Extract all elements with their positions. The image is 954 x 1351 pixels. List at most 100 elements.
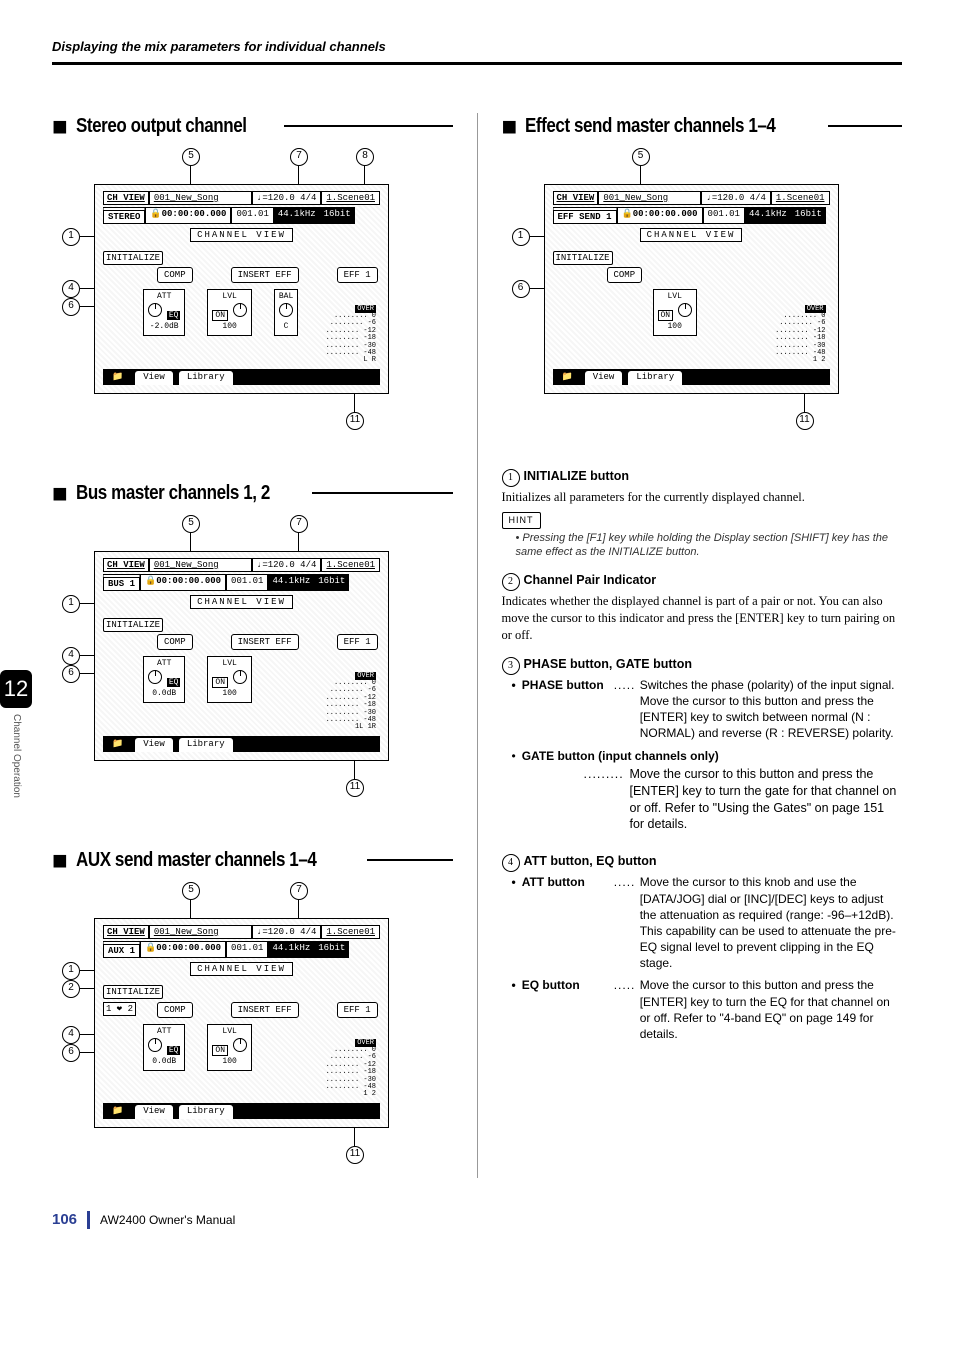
lvl-knob-icon: [233, 303, 247, 317]
callout-11: 11: [346, 412, 364, 430]
insert-eff-button[interactable]: INSERT EFF: [231, 634, 299, 650]
desc-heading-4: 4ATT button, EQ button: [502, 853, 903, 872]
callout-1: 1: [62, 228, 80, 246]
eff1-button[interactable]: EFF 1: [337, 267, 378, 283]
heading-rule: [284, 125, 452, 127]
two-column-layout: ■ Stereo output channel 5 7 8 1 4: [52, 113, 902, 1178]
tab-view[interactable]: View: [134, 737, 174, 752]
tab-folder-icon[interactable]: 📁: [105, 370, 130, 385]
section-title: Bus master channels 1, 2: [76, 480, 270, 507]
hint-label: HINT: [502, 512, 541, 528]
level-meter: OVER ........ 0........ -6........ -12..…: [326, 1040, 376, 1099]
section-title: Stereo output channel: [76, 113, 247, 140]
square-bullet-icon: ■: [52, 480, 68, 506]
square-bullet-icon: ■: [52, 113, 68, 139]
pair-indicator[interactable]: 1 ❤ 2: [103, 1002, 136, 1016]
comp-button[interactable]: COMP: [607, 267, 643, 283]
desc-heading-3: 3PHASE button, GATE button: [502, 656, 903, 675]
gate-bullet-desc: ................. Move the cursor to thi…: [584, 766, 903, 834]
section-bus: ■ Bus master channels 1, 2 5 7 1 4 6 11: [52, 480, 453, 847]
screenshot-stereo: CH VIEW 001_New_Song ♩=120.0 4/4 1.Scene…: [94, 184, 389, 394]
tab-library[interactable]: Library: [178, 737, 234, 752]
chapter-number: 12: [0, 670, 32, 708]
square-bullet-icon: ■: [52, 847, 68, 873]
att-eq-group[interactable]: ATT EQ -2.0dB: [143, 289, 185, 335]
eff1-button[interactable]: EFF 1: [337, 634, 378, 650]
tab-library[interactable]: Library: [178, 370, 234, 385]
on-lvl-group[interactable]: LVL ON 100: [653, 289, 697, 335]
tab-folder-icon[interactable]: 📁: [105, 737, 130, 752]
comp-button[interactable]: COMP: [157, 267, 193, 283]
desc-text-1: Initializes all parameters for the curre…: [502, 489, 903, 506]
initialize-button[interactable]: INITIALIZE: [103, 251, 163, 265]
section-title: AUX send master channels 1–4: [76, 847, 316, 874]
bal-knob-icon: [279, 303, 293, 317]
insert-eff-button[interactable]: INSERT EFF: [231, 267, 299, 283]
page-number: 106: [52, 1210, 77, 1230]
right-column: ■ Effect send master channels 1–4 5 1 6 …: [502, 113, 903, 1178]
tab-view[interactable]: View: [584, 370, 624, 385]
gate-bullet-title: • GATE button (input channels only): [512, 748, 903, 764]
callout-7: 7: [290, 515, 308, 533]
section-aux: ■ AUX send master channels 1–4 5 7 1 2 4…: [52, 847, 453, 1178]
desc-text-2: Indicates whether the displayed channel …: [502, 593, 903, 644]
page-footer: 106 AW2400 Owner's Manual: [52, 1210, 902, 1230]
callout-2: 2: [62, 980, 80, 998]
initialize-button[interactable]: INITIALIZE: [103, 618, 163, 632]
eff1-button[interactable]: EFF 1: [337, 1002, 378, 1018]
callout-7: 7: [290, 882, 308, 900]
channel-name: STEREO: [103, 207, 145, 224]
square-bullet-icon: ■: [502, 113, 518, 139]
eq-bullet: • EQ button ............ Move the cursor…: [512, 977, 903, 1042]
section-eff-send: ■ Effect send master channels 1–4 5 1 6 …: [502, 113, 903, 456]
tab-view[interactable]: View: [134, 370, 174, 385]
on-lvl-group[interactable]: LVL ON 100: [207, 289, 251, 335]
on-lvl-group[interactable]: LVL ON 100: [207, 656, 251, 702]
manual-name: AW2400 Owner's Manual: [100, 1212, 235, 1228]
att-eq-group[interactable]: ATT EQ 0.0dB: [143, 656, 185, 702]
body-title: CHANNEL VIEW: [190, 228, 293, 242]
callout-6: 6: [512, 280, 530, 298]
callout-1: 1: [62, 962, 80, 980]
header-rule: [52, 62, 902, 65]
screenshot-eff-send: CH VIEW 001_New_Song ♩=120.0 4/4 1.Scene…: [544, 184, 839, 394]
callout-4: 4: [62, 280, 80, 298]
callout-11: 11: [346, 779, 364, 797]
callout-4: 4: [62, 1026, 80, 1044]
callout-5: 5: [182, 515, 200, 533]
on-lvl-group[interactable]: LVL ON 100: [207, 1024, 251, 1070]
level-meter: OVER ........ 0........ -6........ -12..…: [775, 306, 825, 365]
att-eq-group[interactable]: ATT EQ 0.0dB: [143, 1024, 185, 1070]
callout-5: 5: [632, 148, 650, 166]
bits-display: 16bit: [320, 207, 355, 224]
tab-library[interactable]: Library: [178, 1104, 234, 1119]
callout-5: 5: [182, 148, 200, 166]
chapter-name: Channel Operation: [9, 714, 23, 798]
desc-heading-1: 1INITIALIZE button: [502, 468, 903, 487]
insert-eff-button[interactable]: INSERT EFF: [231, 1002, 299, 1018]
tab-view[interactable]: View: [134, 1104, 174, 1119]
comp-button[interactable]: COMP: [157, 1002, 193, 1018]
hint-text: • Pressing the [F1] key while holding th…: [516, 531, 903, 561]
tab-folder-icon[interactable]: 📁: [555, 370, 580, 385]
screenshot-aux: CH VIEW 001_New_Song ♩=120.0 4/4 1.Scene…: [94, 918, 389, 1128]
scene-name: 1.Scene01: [321, 191, 380, 205]
callout-6: 6: [62, 298, 80, 316]
footer-bar: [87, 1211, 90, 1229]
initialize-button[interactable]: INITIALIZE: [553, 251, 613, 265]
column-divider: [477, 113, 478, 1178]
hint-box: HINT • Pressing the [F1] key while holdi…: [502, 511, 903, 560]
tab-library[interactable]: Library: [627, 370, 683, 385]
callout-4: 4: [62, 647, 80, 665]
tempo-readout: ♩=120.0 4/4: [252, 191, 321, 205]
tab-folder-icon[interactable]: 📁: [105, 1104, 130, 1119]
section-title: Effect send master channels 1–4: [525, 113, 775, 140]
left-column: ■ Stereo output channel 5 7 8 1 4: [52, 113, 453, 1178]
bal-group[interactable]: BAL C: [274, 289, 298, 335]
ch-view-label: CH VIEW: [103, 191, 149, 205]
desc-heading-2: 2Channel Pair Indicator: [502, 572, 903, 591]
att-bullet: • ATT button ........... Move the cursor…: [512, 874, 903, 971]
initialize-button[interactable]: INITIALIZE: [103, 985, 163, 999]
comp-button[interactable]: COMP: [157, 634, 193, 650]
level-meter: OVER ........ 0........ -6........ -12..…: [326, 306, 376, 365]
